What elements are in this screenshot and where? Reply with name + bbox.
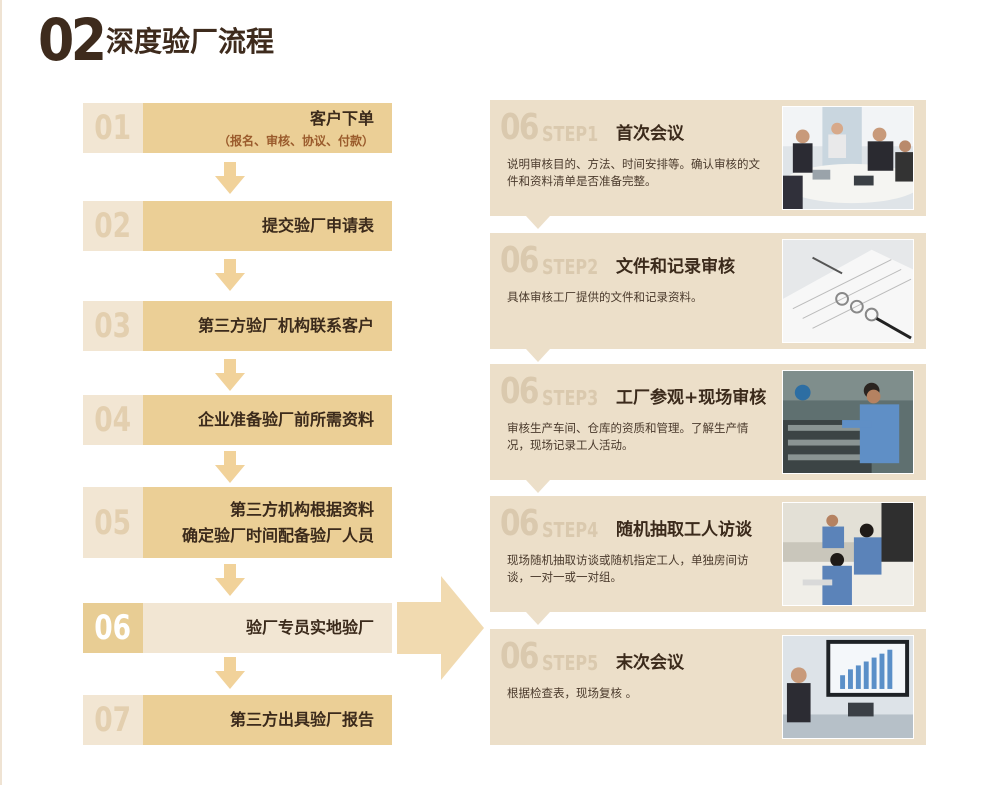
left-step-5: 05 第三方机构根据资料 确定验厂时间配备验厂人员 (83, 487, 392, 558)
meeting-photo (782, 106, 914, 210)
left-step-title: 第三方验厂机构联系客户 (197, 316, 374, 335)
left-step-title-line2: 确定验厂时间配备验厂人员 (181, 525, 374, 545)
right-step-title: 随机抽取工人访谈 (616, 520, 752, 540)
right-step-title: 末次会议 (616, 653, 684, 673)
factory-photo (782, 370, 914, 474)
right-step-header: 06 STEP4 随机抽取工人访谈 (500, 504, 752, 544)
right-step-3: 06 STEP3 工厂参观+现场审核 审核生产车间、仓库的资质和管理。了解生产情… (490, 364, 926, 493)
left-step-body: 第三方机构根据资料 确定验厂时间配备验厂人员 (143, 487, 392, 558)
title-number: 02 (38, 6, 107, 74)
left-step-body: 客户下单 （报名、审核、协议、付款） (143, 103, 392, 153)
left-step-title: 提交验厂申请表 (261, 216, 374, 235)
left-step-number: 01 (83, 103, 143, 153)
right-step-prefix: 06 (500, 371, 539, 412)
right-step-2: 06 STEP2 文件和记录审核 具体审核工厂提供的文件和记录资料。 (490, 233, 926, 362)
right-step-label: STEP5 (542, 651, 599, 675)
left-step-body: 企业准备验厂前所需资料 (143, 395, 392, 445)
right-step-prefix: 06 (500, 107, 539, 148)
left-step-subtitle: （报名、审核、协议、付款） (217, 134, 374, 148)
panel-notch (526, 216, 550, 229)
left-step-number: 07 (83, 695, 143, 745)
left-step-title: 验厂专员实地验厂 (245, 618, 374, 637)
left-step-body: 验厂专员实地验厂 (143, 603, 392, 653)
left-step-number: 02 (83, 201, 143, 251)
title-text: 深度验厂流程 (106, 25, 275, 58)
down-arrow-icon (215, 451, 245, 483)
left-step-3: 03 第三方验厂机构联系客户 (83, 301, 392, 351)
closing-meeting-photo (782, 635, 914, 739)
right-step-label: STEP3 (542, 386, 599, 410)
left-step-title: 第三方机构根据资料 (229, 499, 374, 519)
right-step-description: 具体审核工厂提供的文件和记录资料。 (507, 290, 703, 304)
right-step-title: 文件和记录审核 (616, 257, 735, 277)
left-step-4: 04 企业准备验厂前所需资料 (83, 395, 392, 445)
left-step-number: 06 (83, 603, 143, 653)
left-step-number: 03 (83, 301, 143, 351)
down-arrow-icon (215, 359, 245, 391)
down-arrow-icon (215, 162, 245, 194)
right-step-description: 审核生产车间、仓库的资质和管理。了解生产情况，现场记录工人活动。 (507, 421, 749, 452)
right-step-label: STEP4 (542, 518, 599, 542)
right-step-prefix: 06 (500, 636, 539, 677)
page-title: 02 深度验厂流程 (38, 6, 275, 74)
right-step-header: 06 STEP2 文件和记录审核 (500, 241, 735, 281)
left-step-body: 提交验厂申请表 (143, 201, 392, 251)
right-step-5: 06 STEP5 末次会议 根据检查表，现场复核 。 (490, 629, 926, 745)
right-step-label: STEP2 (542, 255, 599, 279)
right-step-header: 06 STEP1 首次会议 (500, 108, 684, 148)
left-step-number: 05 (83, 487, 143, 558)
left-step-6: 06 验厂专员实地验厂 (83, 603, 392, 653)
down-arrow-icon (215, 657, 245, 689)
right-step-prefix: 06 (500, 503, 539, 544)
right-step-title: 首次会议 (616, 124, 684, 144)
documents-photo (782, 239, 914, 343)
down-arrow-icon (215, 564, 245, 596)
right-step-title: 工厂参观+现场审核 (616, 388, 767, 408)
left-step-7: 07 第三方出具验厂报告 (83, 695, 392, 745)
right-step-4: 06 STEP4 随机抽取工人访谈 现场随机抽取访谈或随机指定工人，单独房间访谈… (490, 496, 926, 625)
right-step-description: 现场随机抽取访谈或随机指定工人，单独房间访谈，一对一或一对组。 (507, 553, 749, 584)
interview-photo (782, 502, 914, 606)
right-arrow-icon (397, 576, 484, 680)
right-step-1: 06 STEP1 首次会议 说明审核目的、方法、时间安排等。确认审核的文件和资料… (490, 100, 926, 229)
left-step-title: 第三方出具验厂报告 (229, 710, 374, 729)
panel-notch (526, 349, 550, 362)
right-step-description: 说明审核目的、方法、时间安排等。确认审核的文件和资料清单是否准备完整。 (507, 157, 760, 188)
down-arrow-icon (215, 259, 245, 291)
right-step-header: 06 STEP3 工厂参观+现场审核 (500, 372, 766, 412)
left-edge-line (0, 0, 2, 785)
panel-notch (526, 480, 550, 493)
left-step-title: 客户下单 (309, 109, 374, 128)
right-step-prefix: 06 (500, 240, 539, 281)
left-step-1: 01 客户下单 （报名、审核、协议、付款） (83, 103, 392, 153)
right-step-header: 06 STEP5 末次会议 (500, 637, 684, 677)
right-step-description: 根据检查表，现场复核 。 (507, 686, 638, 700)
left-step-body: 第三方出具验厂报告 (143, 695, 392, 745)
left-step-body: 第三方验厂机构联系客户 (143, 301, 392, 351)
right-step-label: STEP1 (542, 122, 599, 146)
panel-notch (526, 612, 550, 625)
left-step-title: 企业准备验厂前所需资料 (197, 410, 374, 429)
left-step-2: 02 提交验厂申请表 (83, 201, 392, 251)
left-step-number: 04 (83, 395, 143, 445)
